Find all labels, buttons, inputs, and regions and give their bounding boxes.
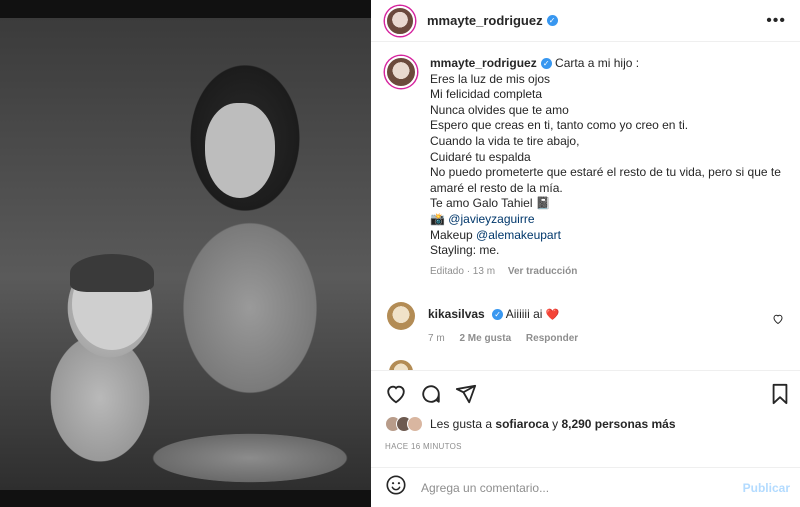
caption-line: Eres la luz de mis ojos	[430, 71, 551, 86]
photo-image	[0, 18, 371, 490]
commenter-avatar[interactable]	[389, 360, 413, 370]
comment-item-partial	[385, 360, 790, 370]
likes-count[interactable]: 8,290 personas más	[561, 417, 675, 431]
photographer-mention[interactable]: @javieyzaguirre	[448, 212, 534, 226]
caption-line: Carta a mi hijo :	[555, 56, 640, 70]
comment-like-heart-icon[interactable]	[772, 312, 784, 330]
caption-line: Cuando la vida te tire abajo,	[430, 133, 580, 148]
publish-button[interactable]: Publicar	[743, 481, 790, 495]
verified-badge-icon: ✓	[546, 15, 558, 26]
edited-time: Editado · 13 m	[430, 265, 496, 277]
caption-line: Te amo Galo Tahiel 📓	[430, 196, 551, 211]
caption-line: No puedo prometerte que estaré el resto …	[430, 165, 781, 195]
caption-meta: Editado · 13 m Ver traducción	[430, 266, 790, 277]
commenter-avatar[interactable]	[387, 302, 415, 330]
more-dots-icon[interactable]: •••	[766, 12, 786, 30]
caption-username[interactable]: mmayte_rodriguez	[430, 56, 537, 70]
makeup-label: Makeup	[430, 227, 473, 242]
photo-baby-hair	[70, 254, 154, 292]
camera-emoji: 📸	[430, 211, 445, 226]
likes-user[interactable]: sofiaroca	[495, 417, 548, 431]
likes-summary: Les gusta a sofiaroca y 8,290 personas m…	[385, 416, 676, 432]
add-comment-bar: Publicar	[371, 467, 800, 507]
comment-bubble-icon[interactable]	[420, 383, 442, 410]
author-avatar[interactable]	[385, 5, 415, 36]
caption-line: Mi felicidad completa	[430, 87, 543, 102]
styling-line: Stayling: me.	[430, 243, 500, 258]
caption: mmayte_rodriguez ✓ Carta a mi hijo : Eres…	[385, 56, 790, 277]
makeup-mention[interactable]: @alemakeupart	[476, 228, 561, 242]
comment-text: Aiiiiii ai	[505, 307, 543, 321]
liker-avatar[interactable]	[407, 416, 423, 432]
likes-conj: y	[552, 417, 559, 431]
post-side-panel: mmayte_rodriguez ✓ ••• mmayte_rodriguez ✓…	[371, 0, 800, 507]
caption-text: mmayte_rodriguez ✓ Carta a mi hijo : Eres…	[430, 56, 790, 259]
verified-badge-icon: ✓	[540, 58, 552, 70]
like-heart-icon[interactable]	[385, 383, 407, 410]
post-photo[interactable]	[0, 0, 371, 507]
post-actions	[371, 370, 800, 415]
post-time-ago[interactable]: HACE 16 MINUTOS	[385, 442, 462, 451]
see-translation-link[interactable]: Ver traducción	[508, 266, 577, 277]
caption-line: Cuidaré tu espalda	[430, 149, 531, 164]
verified-badge-icon: ✓	[492, 309, 504, 321]
comment-time: 7 m	[428, 333, 445, 344]
likes-text[interactable]: Les gusta a sofiaroca y 8,290 personas m…	[430, 417, 676, 431]
comment-input[interactable]	[421, 480, 721, 495]
reply-button[interactable]: Responder	[526, 333, 578, 344]
bookmark-icon[interactable]	[770, 383, 790, 410]
caption-author-avatar[interactable]	[385, 56, 417, 88]
heart-emoji: ❤️	[545, 309, 560, 321]
photo-woman-face	[205, 103, 275, 198]
comment-likes[interactable]: 2 Me gusta	[459, 333, 511, 344]
comment-item: kikasilvas ✓ Aiiiiii ai ❤️ 7 m 2 Me gust…	[385, 302, 790, 344]
emoji-smiley-icon[interactable]	[385, 474, 407, 501]
post-header: mmayte_rodriguez ✓ •••	[371, 0, 800, 42]
share-paper-plane-icon[interactable]	[455, 383, 477, 410]
author-username[interactable]: mmayte_rodriguez	[427, 13, 543, 28]
commenter-username[interactable]: kikasilvas	[428, 307, 485, 321]
likes-prefix: Les gusta a	[430, 417, 493, 431]
caption-line: Nunca olvides que te amo	[430, 102, 569, 117]
caption-line: Espero que creas en ti, tanto como yo cr…	[430, 118, 689, 133]
